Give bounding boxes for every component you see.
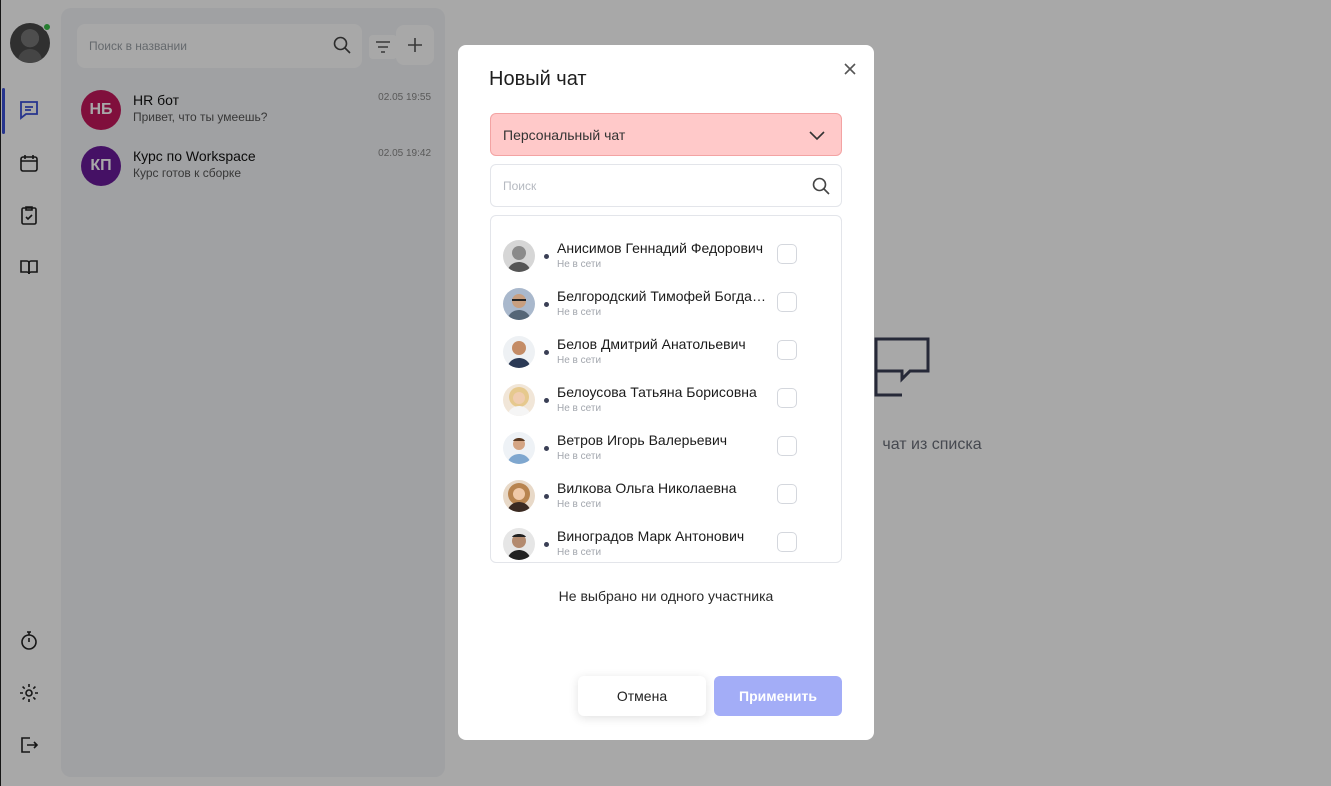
person-name: Вилкова Ольга Николаевна	[557, 480, 737, 496]
person-row[interactable]: Белов Дмитрий Анатольевич Не в сети	[503, 336, 833, 376]
person-row[interactable]: Белгородский Тимофей Богданович Не в сет…	[503, 288, 833, 328]
person-name: Белоусова Татьяна Борисовна	[557, 384, 757, 400]
people-search-input[interactable]	[503, 165, 803, 206]
apply-button[interactable]: Применить	[714, 676, 842, 716]
person-row[interactable]: Вилкова Ольга Николаевна Не в сети	[503, 480, 833, 520]
chevron-down-icon	[809, 128, 825, 146]
person-status: Не в сети	[557, 451, 602, 462]
person-row[interactable]: Виноградов Марк Антонович Не в сети	[503, 528, 833, 562]
person-avatar	[503, 432, 535, 464]
status-dot	[544, 350, 549, 355]
person-avatar	[503, 528, 535, 560]
person-avatar	[503, 240, 535, 272]
chat-type-select[interactable]: Персональный чат	[490, 113, 842, 156]
person-name: Виноградов Марк Антонович	[557, 528, 745, 544]
person-checkbox[interactable]	[777, 436, 797, 456]
status-dot	[544, 302, 549, 307]
person-row[interactable]: Анисимов Геннадий Федорович Не в сети	[503, 240, 833, 280]
close-icon[interactable]	[842, 61, 858, 77]
person-checkbox[interactable]	[777, 244, 797, 264]
person-status: Не в сети	[557, 499, 602, 510]
person-avatar	[503, 336, 535, 368]
person-status: Не в сети	[557, 307, 602, 318]
person-avatar	[503, 384, 535, 416]
status-dot	[544, 254, 549, 259]
modal-title: Новый чат	[489, 68, 587, 90]
status-dot	[544, 542, 549, 547]
person-checkbox[interactable]	[777, 340, 797, 360]
person-name: Белов Дмитрий Анатольевич	[557, 336, 746, 352]
person-status: Не в сети	[557, 403, 602, 414]
person-checkbox[interactable]	[777, 532, 797, 552]
cancel-button[interactable]: Отмена	[578, 676, 706, 716]
person-checkbox[interactable]	[777, 388, 797, 408]
people-list[interactable]: Анисимов Геннадий Федорович Не в сети Бе…	[490, 215, 842, 563]
person-checkbox[interactable]	[777, 292, 797, 312]
person-name: Ветров Игорь Валерьевич	[557, 432, 728, 448]
status-dot	[544, 398, 549, 403]
person-status: Не в сети	[557, 259, 602, 270]
person-name: Белгородский Тимофей Богданович	[557, 288, 769, 304]
new-chat-modal: Новый чат Персональный чат Анисимов Генн…	[458, 45, 874, 740]
person-row[interactable]: Белоусова Татьяна Борисовна Не в сети	[503, 384, 833, 424]
status-dot	[544, 446, 549, 451]
person-checkbox[interactable]	[777, 484, 797, 504]
chat-type-value: Персональный чат	[503, 127, 626, 143]
person-name: Анисимов Геннадий Федорович	[557, 240, 764, 256]
person-status: Не в сети	[557, 547, 602, 558]
people-search-box	[490, 164, 842, 207]
status-dot	[544, 494, 549, 499]
person-row[interactable]: Ветров Игорь Валерьевич Не в сети	[503, 432, 833, 472]
person-status: Не в сети	[557, 355, 602, 366]
search-icon[interactable]	[811, 176, 831, 201]
person-avatar	[503, 480, 535, 512]
selection-summary: Не выбрано ни одного участника	[558, 588, 774, 604]
person-avatar	[503, 288, 535, 320]
